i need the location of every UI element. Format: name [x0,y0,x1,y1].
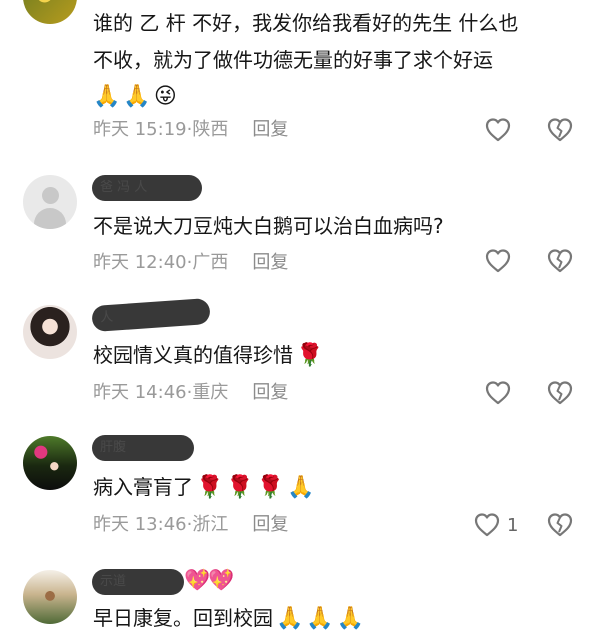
rose-emoji: 🌹 [226,475,254,500]
comment-meta: 昨天 13:46·浙江 回复 [93,514,289,535]
reply-button[interactable]: 回复 [252,252,288,273]
heart-emoji: 💖 [208,568,234,592]
avatar[interactable] [23,305,77,359]
reply-button[interactable]: 回复 [252,514,288,535]
like-button[interactable] [484,248,518,274]
name-hearts: 💖💖 [184,568,234,593]
comment-text: 校园情义真的值得珍惜 🌹 [93,337,568,374]
heart-outline-icon [485,118,511,142]
comment-line-1: 校园情义真的值得珍惜 [93,343,293,367]
username-hint: 示道 [100,574,127,589]
pray-emoji: 🙏 [306,606,334,631]
dislike-button[interactable] [546,512,574,538]
dislike-button[interactable] [546,117,574,143]
comment-meta: 昨天 14:46·重庆 回复 [93,382,289,403]
location: 浙江 [192,514,229,535]
username-hint: 肝腹 [100,440,127,455]
reply-button[interactable]: 回复 [252,382,288,403]
comment-line-1: 不是说大刀豆炖大白鹅可以治白血病吗? [93,214,444,238]
comment-2: 爸 冯 人 不是说大刀豆炖大白鹅可以治白血病吗? 昨天 12:40·广西 回复 [0,172,597,282]
heart-outline-icon [485,381,511,405]
pray-emoji: 🙏 [276,606,304,631]
comment-meta: 昨天 15:19·陕西 回复 [93,119,289,140]
avatar[interactable] [23,0,77,24]
like-button[interactable]: 1 [473,512,518,538]
comment-meta: 昨天 12:40·广西 回复 [93,252,289,273]
username-redacted[interactable]: 示道 [92,569,184,595]
rose-emoji: 🌹 [296,343,324,368]
timestamp: 昨天 14:46 [93,382,187,403]
reply-button[interactable]: 回复 [252,119,288,140]
comment-1: 谁的 乙 杆 不好，我发你给我看好的先生 什么也 不收，就为了做件功德无量的好事… [0,0,597,150]
pray-emoji: 🙏 [287,475,315,500]
comment-text: 病入膏肓了 🌹 🌹 🌹 🙏 [93,469,568,506]
location: 广西 [192,252,229,273]
timestamp: 昨天 12:40 [93,252,187,273]
rose-emoji: 🌹 [196,475,224,500]
username-hint: 人 [99,309,114,326]
avatar[interactable] [23,570,77,624]
emoji-line: 🙏 🙏 😜 [93,79,568,113]
dislike-button[interactable] [546,380,574,406]
like-button[interactable] [484,380,518,406]
comment-line-1: 谁的 乙 杆 不好，我发你给我看好的先生 什么也 [93,11,519,35]
comment-3: 人 校园情义真的值得珍惜 🌹 昨天 14:46·重庆 回复 [0,297,597,410]
comment-4: 肝腹 病入膏肓了 🌹 🌹 🌹 🙏 昨天 13:46·浙江 回复 1 [0,430,597,540]
like-button[interactable] [484,117,518,143]
username-redacted[interactable]: 肝腹 [92,435,194,461]
location: 陕西 [192,119,229,140]
pray-emoji: 🙏 [93,84,121,109]
avatar[interactable] [23,436,77,490]
username-redacted[interactable]: 人 [91,297,211,333]
rose-emoji: 🌹 [256,475,285,500]
wink-emoji: 😜 [153,84,177,109]
heart-outline-icon [474,513,500,537]
broken-heart-icon [547,249,573,273]
comment-text: 早日康复。回到校园 🙏 🙏 🙏 [93,600,568,637]
comment-line-1: 病入膏肓了 [93,475,193,499]
timestamp: 昨天 13:46 [93,514,187,535]
comment-text: 不是说大刀豆炖大白鹅可以治白血病吗? [93,208,568,245]
broken-heart-icon [547,513,573,537]
heart-outline-icon [485,249,511,273]
broken-heart-icon [547,118,573,142]
comment-5: 示道 💖💖 早日康复。回到校园 🙏 🙏 🙏 [0,560,597,640]
dislike-button[interactable] [546,248,574,274]
heart-emoji: 💖 [184,568,210,592]
username-hint: 爸 冯 人 [100,180,148,195]
pray-emoji: 🙏 [336,606,365,631]
broken-heart-icon [547,381,573,405]
comment-line-2: 不收，就为了做件功德无量的好事了求个好运 [93,48,493,72]
comment-text: 谁的 乙 杆 不好，我发你给我看好的先生 什么也 不收，就为了做件功德无量的好事… [93,5,568,113]
avatar[interactable] [23,175,77,229]
like-count: 1 [507,514,519,536]
username-redacted[interactable]: 爸 冯 人 [92,175,202,201]
pray-emoji: 🙏 [123,84,151,109]
timestamp: 昨天 15:19 [93,119,187,140]
location: 重庆 [192,382,229,403]
comment-line-1: 早日康复。回到校园 [93,606,273,630]
